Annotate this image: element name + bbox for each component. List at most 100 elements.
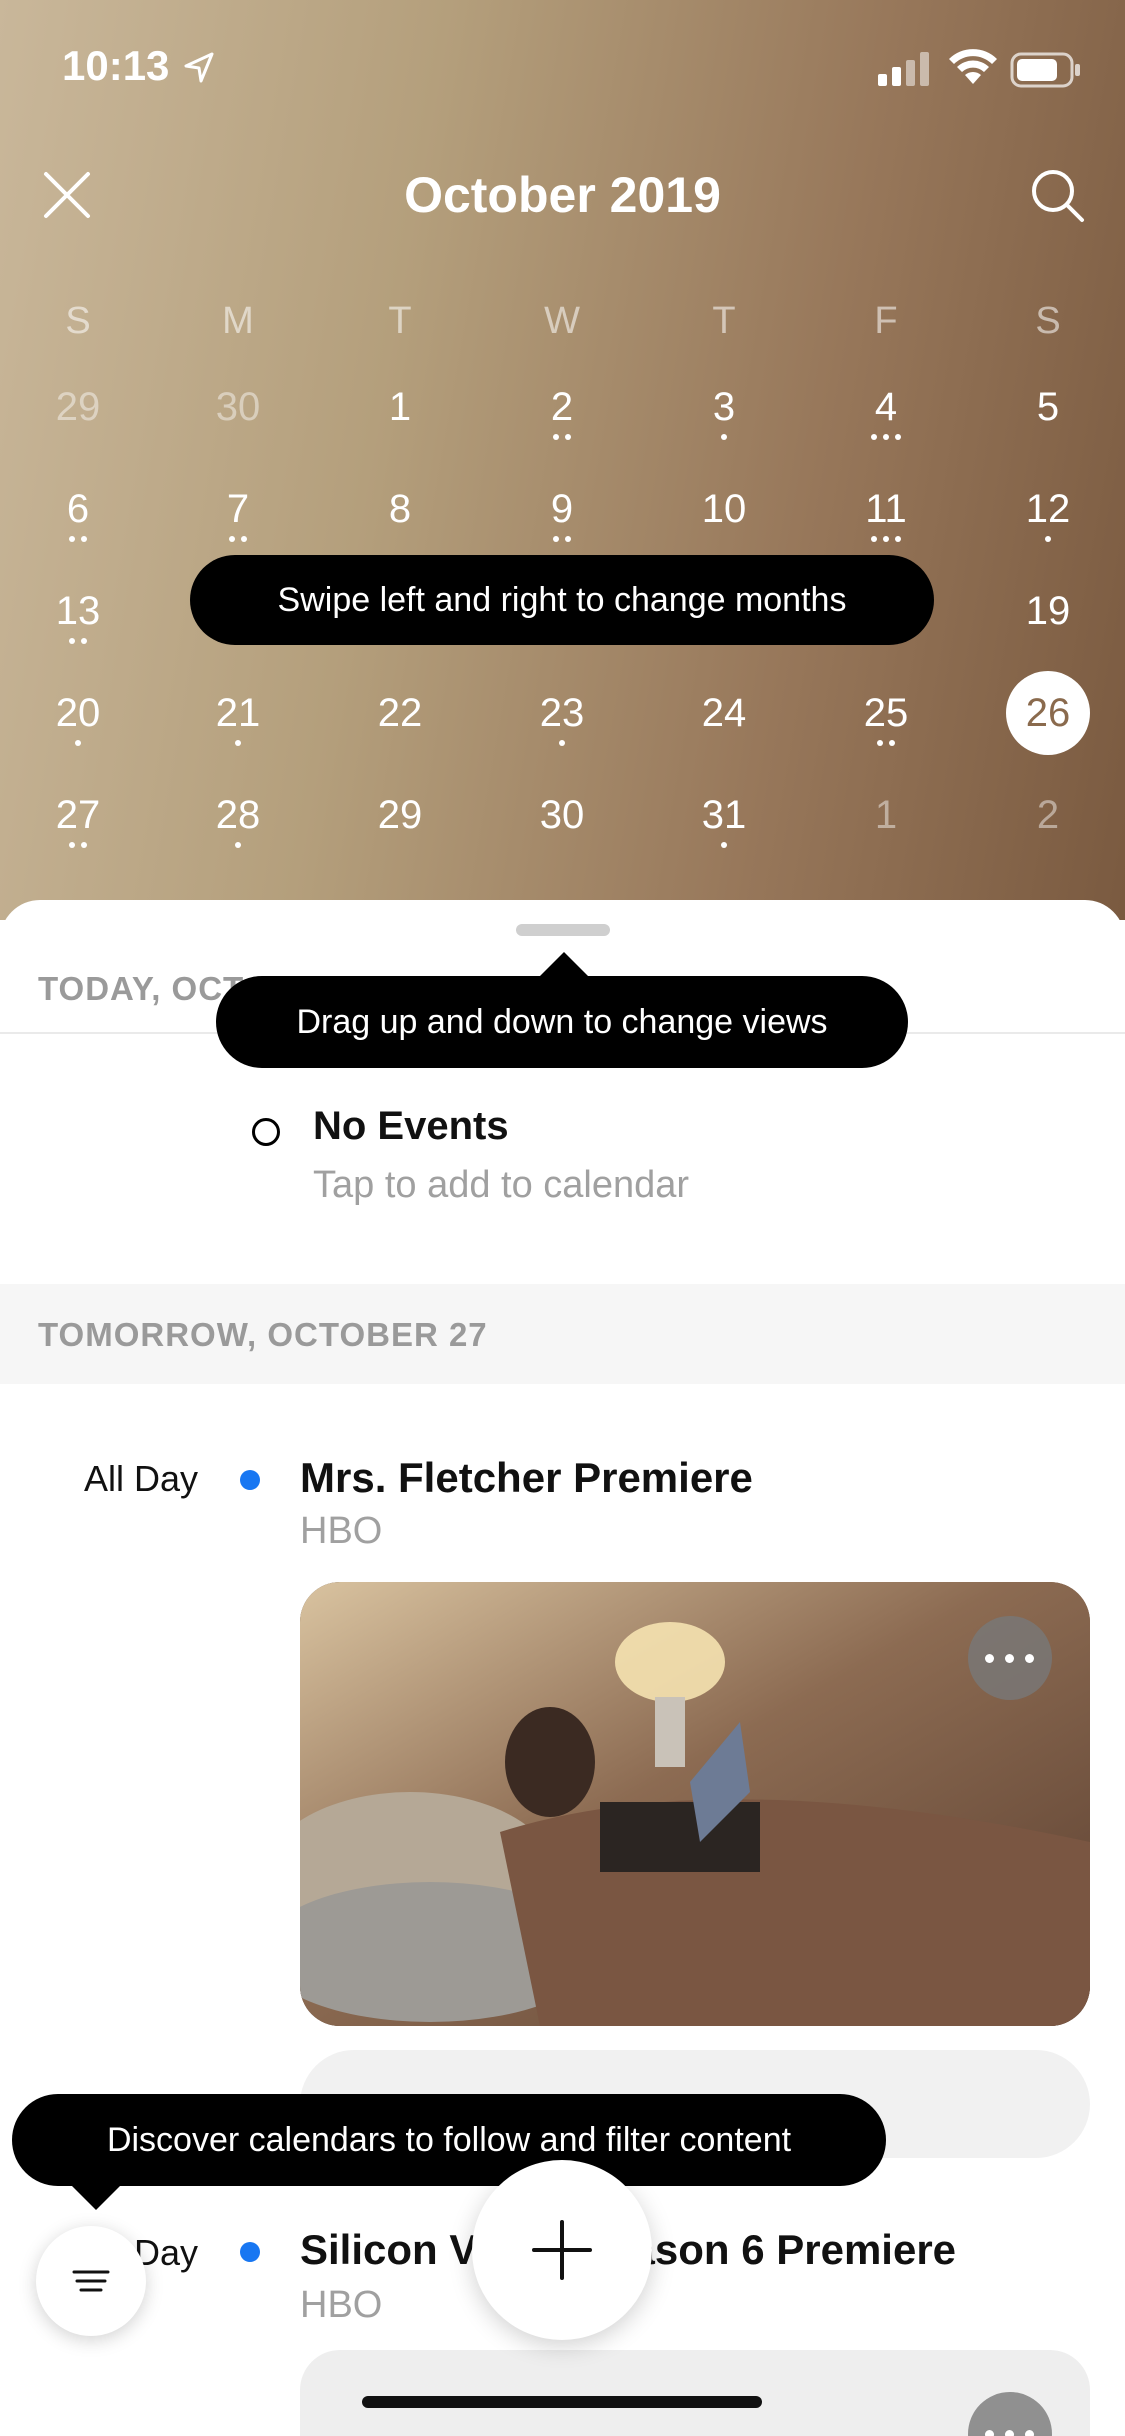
event-indicator-dots	[345, 536, 455, 546]
event-more-button[interactable]	[968, 1616, 1052, 1700]
weekday-label: T	[712, 300, 736, 342]
event-indicator-dots	[993, 638, 1103, 648]
calendar-day-number: 5	[1036, 385, 1060, 429]
weekday-label: M	[222, 300, 254, 342]
calendar-day-number: 9	[550, 487, 574, 531]
calendar-day-number: 29	[55, 385, 101, 429]
calendar-day-number: 6	[66, 487, 90, 531]
add-event-button[interactable]	[472, 2160, 652, 2340]
calendar-day[interactable]: 12	[993, 482, 1103, 572]
calendar-day[interactable]: 2	[507, 380, 617, 470]
event-more-button[interactable]	[968, 2392, 1052, 2436]
calendar-day-selected[interactable]: 26	[993, 671, 1103, 776]
event-time: All Day	[84, 1458, 199, 1499]
event-title[interactable]: Mrs. Fletcher Premiere	[300, 1454, 753, 1502]
calendar-day-number: 27	[55, 793, 101, 837]
calendar-day[interactable]: 29	[345, 788, 455, 878]
calendar-day[interactable]: 28	[183, 788, 293, 878]
event-indicator-dots	[345, 842, 455, 852]
event-indicator-dots	[669, 536, 779, 546]
section-label-tomorrow: TOMORROW, OCTOBER 27	[38, 1316, 488, 1353]
weekday-label: F	[874, 300, 898, 342]
calendar-day-number: 30	[215, 385, 261, 429]
event-indicator-dots	[993, 755, 1103, 765]
cellular-signal-icon	[878, 52, 929, 86]
calendar-day-number: 7	[226, 487, 250, 531]
home-indicator	[362, 2396, 762, 2408]
event-indicator-dots	[23, 638, 133, 648]
calendar-day[interactable]: 5	[993, 380, 1103, 470]
event-indicator-dots	[669, 740, 779, 750]
section-header-tomorrow: TOMORROW, OCTOBER 27	[0, 1284, 1125, 1384]
battery-icon	[1010, 52, 1080, 88]
event-indicator-dots	[831, 434, 941, 444]
calendar-day[interactable]: 19	[993, 584, 1103, 674]
calendar-day-number: 26	[1006, 671, 1090, 755]
weekday-header-row: SMTWTFS	[0, 300, 1125, 360]
calendar-day-number: 13	[55, 589, 101, 633]
calendar-day[interactable]: 1	[831, 788, 941, 878]
event-indicator-dots	[23, 536, 133, 546]
no-events-subtitle[interactable]: Tap to add to calendar	[313, 1164, 689, 1207]
event-image[interactable]	[300, 2350, 1090, 2436]
calendar-day[interactable]: 24	[669, 686, 779, 776]
calendar-day[interactable]: 2	[993, 788, 1103, 878]
event-indicator-dots	[993, 536, 1103, 546]
event-indicator-dots	[831, 842, 941, 852]
weekday-label: S	[65, 300, 91, 342]
calendar-day[interactable]: 30	[183, 380, 293, 470]
calendar-day-number: 30	[539, 793, 585, 837]
no-events-title[interactable]: No Events	[313, 1104, 509, 1149]
calendar-day-number: 23	[539, 691, 585, 735]
calendar-day-number: 2	[1036, 793, 1060, 837]
empty-event-circle-icon	[252, 1118, 280, 1146]
calendar-day[interactable]: 27	[23, 788, 133, 878]
calendar-day-number: 29	[377, 793, 423, 837]
calendar-day-number: 1	[874, 793, 898, 837]
event-indicator-dots	[183, 842, 293, 852]
tooltip-discover-calendars: Discover calendars to follow and filter …	[12, 2094, 886, 2210]
month-title: October 2019	[404, 167, 721, 223]
event-indicator-dots	[183, 536, 293, 546]
calendar-day[interactable]: 21	[183, 686, 293, 776]
drag-handle[interactable]	[516, 924, 610, 936]
calendar-day[interactable]: 25	[831, 686, 941, 776]
calendar-day-number: 22	[377, 691, 423, 735]
calendar-day[interactable]: 13	[23, 584, 133, 674]
calendar-day-number: 4	[874, 385, 898, 429]
search-icon[interactable]	[1028, 166, 1086, 224]
calendar-day[interactable]: 29	[23, 380, 133, 470]
calendar-day[interactable]: 6	[23, 482, 133, 572]
calendar-day-number: 2	[550, 385, 574, 429]
calendar-day-number: 3	[712, 385, 736, 429]
event-indicator-dots	[993, 842, 1103, 852]
calendar-day[interactable]: 4	[831, 380, 941, 470]
calendar-day-number: 8	[388, 487, 412, 531]
event-indicator-dots	[507, 842, 617, 852]
calendar-day[interactable]: 3	[669, 380, 779, 470]
calendar-day[interactable]: 20	[23, 686, 133, 776]
event-subtitle: HBO	[300, 2284, 383, 2326]
event-indicator-dots	[831, 740, 941, 750]
calendar-day[interactable]: 1	[345, 380, 455, 470]
event-indicator-dots	[183, 740, 293, 750]
calendar-day-number: 1	[388, 385, 412, 429]
event-indicator-dots	[23, 740, 133, 750]
event-indicator-dots	[993, 434, 1103, 444]
location-arrow-icon	[184, 52, 214, 83]
calendar-day-number: 19	[1025, 589, 1071, 633]
event-indicator-dots	[669, 842, 779, 852]
event-dot	[240, 1470, 260, 1490]
calendar-day[interactable]: 30	[507, 788, 617, 878]
event-image[interactable]	[300, 1582, 1090, 2026]
event-dot	[240, 2242, 260, 2262]
calendar-day[interactable]: 23	[507, 686, 617, 776]
calendar-day[interactable]: 22	[345, 686, 455, 776]
calendar-day-number: 11	[865, 487, 907, 531]
wifi-icon	[949, 49, 997, 84]
filter-button[interactable]	[36, 2226, 146, 2336]
calendar-day-number: 10	[701, 487, 747, 531]
event-indicator-dots	[345, 740, 455, 750]
event-indicator-dots	[669, 434, 779, 444]
calendar-day[interactable]: 31	[669, 788, 779, 878]
